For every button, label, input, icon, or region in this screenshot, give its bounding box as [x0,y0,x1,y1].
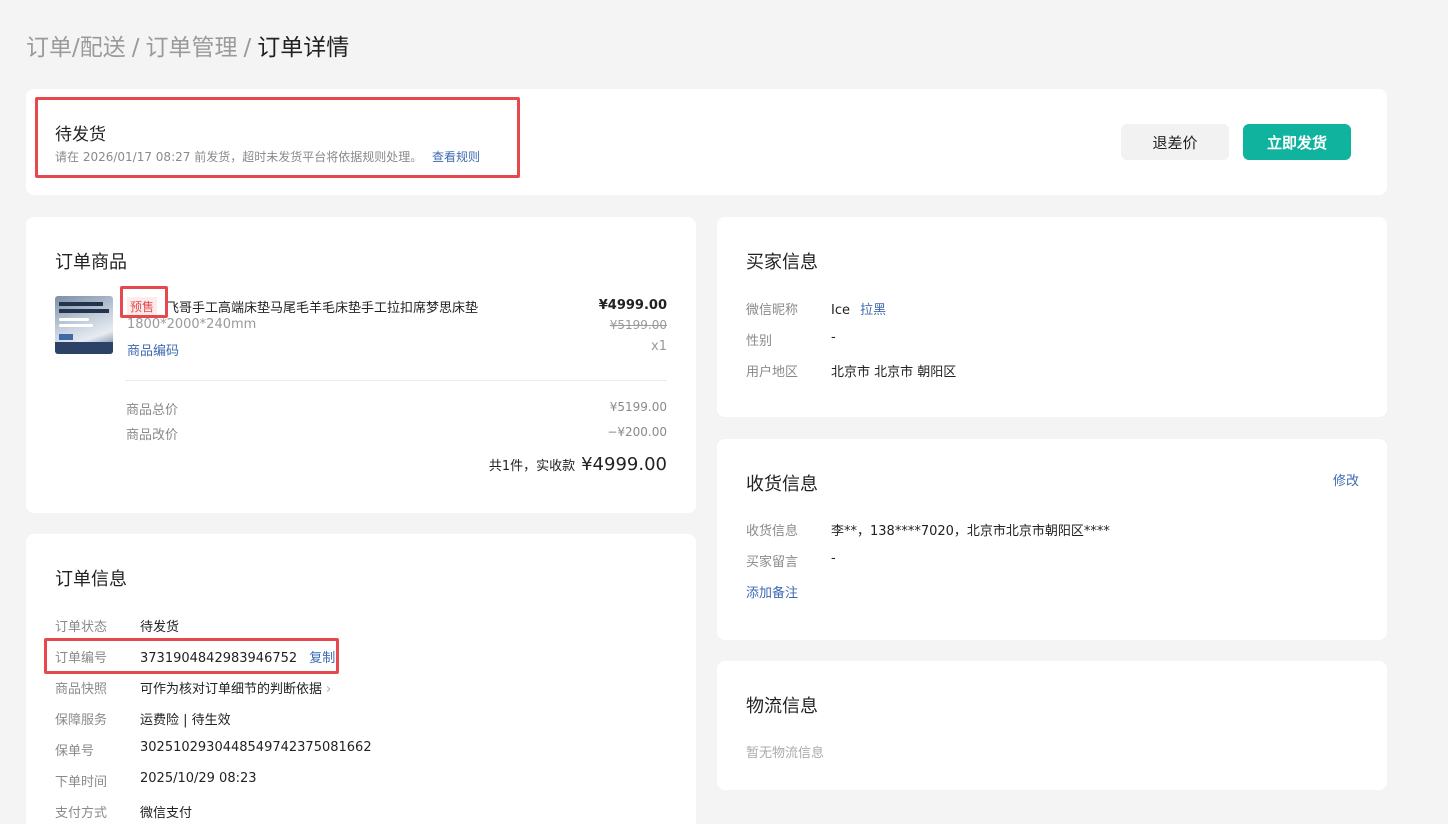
order-status-value: 待发货 [140,620,180,635]
order-number: 3731904842983946752 [140,651,298,666]
address-value: 李**，138****7020，北京市北京市朝阳区**** [831,524,1110,539]
buyer-message-value: - [831,551,836,566]
product-thumbnail[interactable] [55,296,113,354]
subtotal-value: ¥5199.00 [609,400,667,414]
address-label: 收货信息 [746,524,799,539]
order-total: 共1件，实收款 ¥4999.00 [489,454,667,475]
total-label: 共1件，实收款 [488,459,576,474]
snapshot-link[interactable]: 可作为核对订单细节的判断依据 › [140,678,331,697]
product-quantity: x1 [651,339,667,354]
chevron-right-icon: › [326,682,332,697]
breadcrumb-orders-delivery[interactable]: 订单/配送 [26,35,126,61]
product-name[interactable]: 飞哥手工高端床垫马尾毛羊毛床垫手工拉扣席梦思床垫 [166,297,478,316]
status-description: 请在 2026/01/17 08:27 前发货，超时未发货平台将依据规则处理。 … [55,148,480,165]
payment-method-value: 微信支付 [140,806,193,821]
snapshot-text: 可作为核对订单细节的判断依据 [140,682,323,697]
nickname: Ice [831,303,850,318]
policy-number-label: 保单号 [55,744,95,759]
payment-method-label: 支付方式 [55,806,108,821]
status-title: 待发货 [55,125,106,145]
breadcrumb-separator: / [131,35,140,61]
service-value: 运费险 | 待生效 [140,713,231,728]
region-value: 北京市 北京市 朝阳区 [831,365,957,380]
order-products-title: 订单商品 [55,252,127,273]
refund-difference-button[interactable]: 退差价 [1121,124,1229,160]
price-adjust-value: −¥200.00 [607,425,667,439]
order-number-label: 订单编号 [55,651,108,666]
order-status-label: 订单状态 [55,620,108,635]
gender-label: 性别 [746,334,773,349]
product-original-price: ¥5199.00 [609,318,667,332]
snapshot-label: 商品快照 [55,682,108,697]
price-adjust-label: 商品改价 [126,428,179,443]
region-label: 用户地区 [746,365,799,380]
order-info-title: 订单信息 [55,569,127,590]
order-number-value: 3731904842983946752 复制 [140,647,335,666]
logistics-card: 物流信息 暂无物流信息 [717,661,1387,790]
subtotal-label: 商品总价 [126,403,179,418]
total-amount: ¥4999.00 [581,454,667,475]
logistics-title: 物流信息 [746,696,818,717]
logistics-empty-text: 暂无物流信息 [746,746,825,761]
order-products-card: 订单商品 预售 飞哥手工高端床垫马尾毛羊毛床垫手工拉扣席梦思床垫 1800*20… [26,217,696,513]
divider [125,380,667,381]
buyer-info-title: 买家信息 [746,252,818,273]
ship-now-button[interactable]: 立即发货 [1243,124,1351,160]
order-time-value: 2025/10/29 08:23 [140,771,257,786]
shipping-info-title: 收货信息 [746,474,818,495]
product-price: ¥4999.00 [598,298,667,313]
add-note-link[interactable]: 添加备注 [746,582,798,601]
policy-number-value: 30251029304485497423750816​62 [140,740,372,755]
order-info-card: 订单信息 订单状态 待发货 订单编号 3731904842983946752 复… [26,534,696,824]
status-card: 待发货 请在 2026/01/17 08:27 前发货，超时未发货平台将依据规则… [26,89,1387,195]
presale-tag: 预售 [127,297,158,316]
service-label: 保障服务 [55,713,108,728]
breadcrumb-separator: / [243,35,252,61]
breadcrumb-order-management[interactable]: 订单管理 [146,35,238,61]
nickname-value: Ice 拉黑 [831,299,886,318]
buyer-info-card: 买家信息 微信昵称 Ice 拉黑 性别 - 用户地区 北京市 北京市 朝阳区 [717,217,1387,417]
shipping-info-card: 收货信息 修改 收货信息 李**，138****7020，北京市北京市朝阳区**… [717,439,1387,640]
block-buyer-link[interactable]: 拉黑 [860,303,886,318]
nickname-label: 微信昵称 [746,303,799,318]
gender-value: - [831,330,836,345]
product-code-link[interactable]: 商品编码 [127,340,179,359]
copy-order-number-link[interactable]: 复制 [309,651,335,666]
buyer-message-label: 买家留言 [746,555,799,570]
breadcrumb-current: 订单详情 [257,35,350,61]
edit-shipping-link[interactable]: 修改 [1333,470,1359,489]
view-rules-link[interactable]: 查看规则 [432,150,480,164]
product-spec: 1800*2000*240mm [127,317,257,332]
order-time-label: 下单时间 [55,775,108,790]
ship-deadline-text: 请在 2026/01/17 08:27 前发货，超时未发货平台将依据规则处理。 [55,150,423,164]
breadcrumb: 订单/配送 / 订单管理 / 订单详情 [26,28,349,62]
